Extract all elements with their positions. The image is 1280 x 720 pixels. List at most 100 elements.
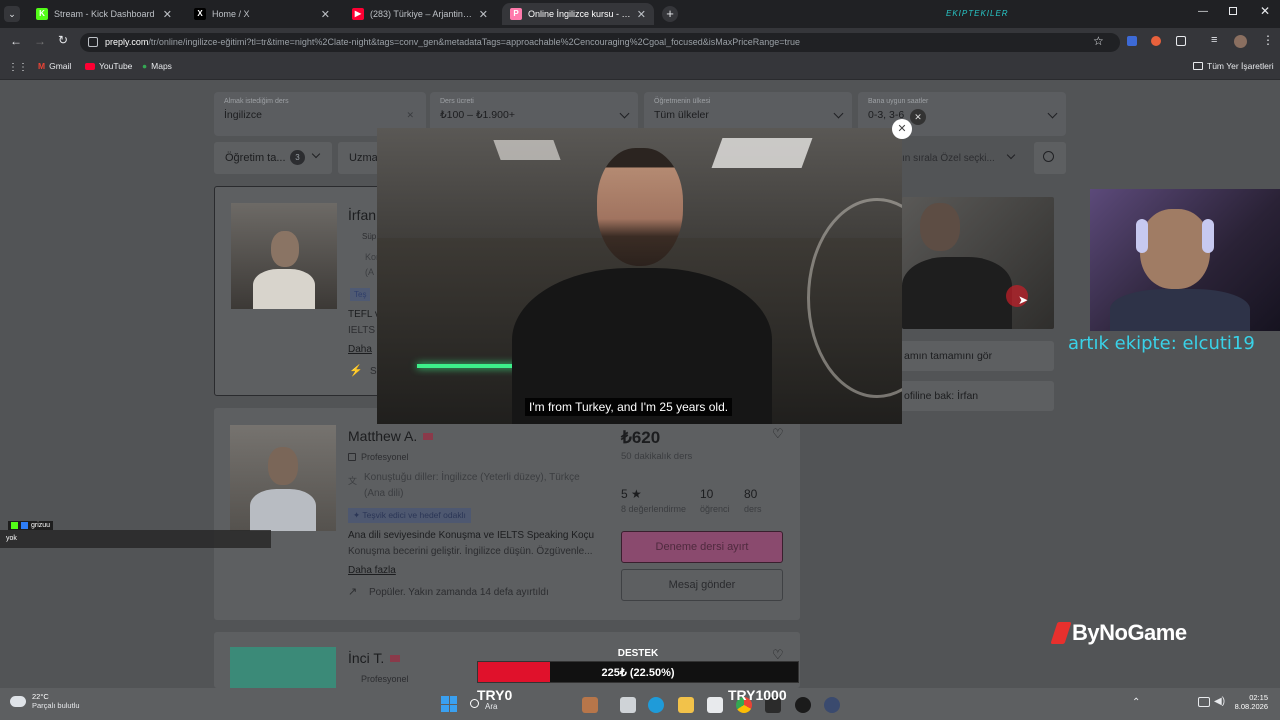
video-modal[interactable]: I'm from Turkey, and I'm 25 years old. [377,128,902,424]
weather-widget[interactable]: 22°C Parçalı bulutlu [10,692,80,710]
bookmark-star-icon[interactable]: ☆ [1093,34,1104,48]
url-path: /tr/online/ingilizce-eğitimi?tl=tr&time=… [148,37,800,47]
puzzle-icon[interactable] [1176,36,1186,46]
tab-title: (283) Türkiye – Arjantin Counter [370,9,473,19]
students-label: öğrenci [700,504,730,514]
close-tab-icon[interactable]: ✕ [637,8,646,21]
tutor-photo [231,203,337,309]
widgets-icon[interactable] [582,697,598,713]
filter-value: 0-3, 3-6 [868,109,905,121]
lessons-value: 80 [744,487,758,501]
bookmark-maps[interactable]: ● Maps [142,61,172,71]
clear-icon[interactable]: ✕ [406,110,414,121]
search-button[interactable] [1034,142,1066,174]
menu-icon[interactable]: ⋮ [1262,33,1274,47]
extensions-icon[interactable] [1127,36,1137,46]
store-icon[interactable] [707,697,723,713]
read-more-link[interactable]: Daha fazla [348,565,396,576]
tutor-badge: Profesyonel [361,674,409,684]
clock[interactable]: 02:15 8.08.2026 [1226,693,1268,711]
maps-icon: ● [142,61,148,71]
tray-chevron-icon[interactable]: ⌃ [1132,697,1140,708]
chat-message: yok [6,535,17,542]
steam-icon[interactable] [824,697,840,713]
browser-tab[interactable]: X Home / X ✕ [186,3,338,25]
favorite-heart-icon[interactable]: ♡ [772,426,784,442]
book-trial-button[interactable]: Deneme dersi ayırt [621,531,783,563]
support-title: DESTEK [617,648,659,659]
youtube-icon [85,62,95,70]
gmail-icon: M [38,61,46,71]
filter-label: Öğretim ta... [225,152,286,164]
close-tab-icon[interactable]: ✕ [321,8,330,21]
browser-tab[interactable]: ▶ (283) Türkiye – Arjantin Counter ✕ [344,3,496,25]
start-button[interactable] [441,696,457,712]
preply-icon: P [510,8,522,20]
bookmark-youtube[interactable]: YouTube [85,61,132,71]
task-view-icon[interactable] [620,697,636,713]
browser-tab[interactable]: K Stream - Kick Dashboard ✕ [28,3,180,25]
new-tab-button[interactable]: + [662,6,678,22]
tutor-name[interactable]: Matthew A. [348,428,417,444]
watch-full-video-button[interactable]: amın tamamını gör [890,341,1054,371]
folder-icon [1193,62,1203,70]
reload-icon[interactable]: ↻ [58,33,68,47]
address-bar[interactable]: preply.com/tr/online/ingilizce-eğitimi?t… [80,33,1120,52]
volume-icon[interactable]: ◀) [1214,696,1225,707]
button-label: amın tamamını gör [904,350,993,362]
profile-avatar[interactable] [1234,35,1247,48]
lessons-label: ders [744,504,762,514]
file-explorer-icon[interactable] [678,697,694,713]
youtube-icon: ▶ [352,8,364,20]
bookmark-label: YouTube [99,61,133,71]
overlay-top-text: EKIPTEKILER [946,9,1009,18]
bookmark-gmail[interactable]: M Gmail [38,61,71,71]
trending-icon: ↗ [348,586,358,598]
view-profile-button[interactable]: ofiline bak: İrfan [890,381,1054,411]
clear-times-icon[interactable]: ✕ [910,109,926,125]
tutor-description: IELTS [348,325,376,336]
close-modal-button[interactable]: ✕ [892,119,912,139]
flag-icon [423,432,434,440]
obs-icon[interactable] [795,697,811,713]
weather-cloud-icon [10,695,26,707]
sort-select[interactable]: ın sırala Özel seçki... [888,142,1026,174]
tutor-video-thumbnail[interactable]: ➤ [902,197,1054,329]
edge-icon[interactable] [648,697,664,713]
all-bookmarks[interactable]: Tüm Yer İşaretleri [1193,61,1274,71]
tutor-name[interactable]: İrfan [348,207,376,223]
filter-label: Ders ücreti [440,98,474,105]
popularity-note: Popüler. Yakın zamanda 14 defa ayırtıldı [369,587,549,598]
tab-search-button[interactable]: ⌄ [4,6,20,22]
close-tab-icon[interactable]: ✕ [163,8,172,21]
browser-tab[interactable]: P Online İngilizce kursu - Sana ✕ [502,3,654,25]
send-message-button[interactable]: Mesaj gönder [621,569,783,601]
tutor-card-matthew[interactable]: Matthew A. Profesyonel 文 Konuştuğu dille… [214,408,800,620]
chat-user-row: grizuu [8,521,54,530]
tab-title: Online İngilizce kursu - Sana [528,9,631,19]
tutor-photo [230,647,336,688]
network-icon[interactable] [1198,697,1210,707]
new-member-alert: artık ekipte: elcuti19 [1068,333,1255,354]
tutor-name[interactable]: İnci T. [348,650,384,666]
bookmarks-bar [0,56,1280,80]
close-window-button[interactable]: ✕ [1260,4,1270,18]
reading-list-icon[interactable]: ≡ [1211,34,1217,46]
sort-label: ın sırala Özel seçki... [902,153,995,164]
forward-icon[interactable]: → [34,34,46,48]
mod-badge-icon [21,522,28,529]
button-label: ofiline bak: İrfan [904,390,979,402]
read-more-link[interactable]: Daha [348,344,372,355]
minimize-button[interactable]: — [1198,6,1208,17]
filter-teach-style[interactable]: Öğretim ta... 3 [214,142,332,174]
x-icon: X [194,8,206,20]
close-tab-icon[interactable]: ✕ [479,8,488,21]
back-icon[interactable]: ← [10,34,22,48]
apps-icon[interactable]: ⋮⋮ [8,62,28,73]
kick-badge-icon [11,522,18,529]
extension-icon[interactable] [1151,36,1161,46]
site-info-icon[interactable] [88,37,98,47]
maximize-button[interactable] [1229,7,1237,15]
filter-label: Öğretmenin ülkesi [654,98,711,105]
tutor-tag: Teş [350,288,371,301]
